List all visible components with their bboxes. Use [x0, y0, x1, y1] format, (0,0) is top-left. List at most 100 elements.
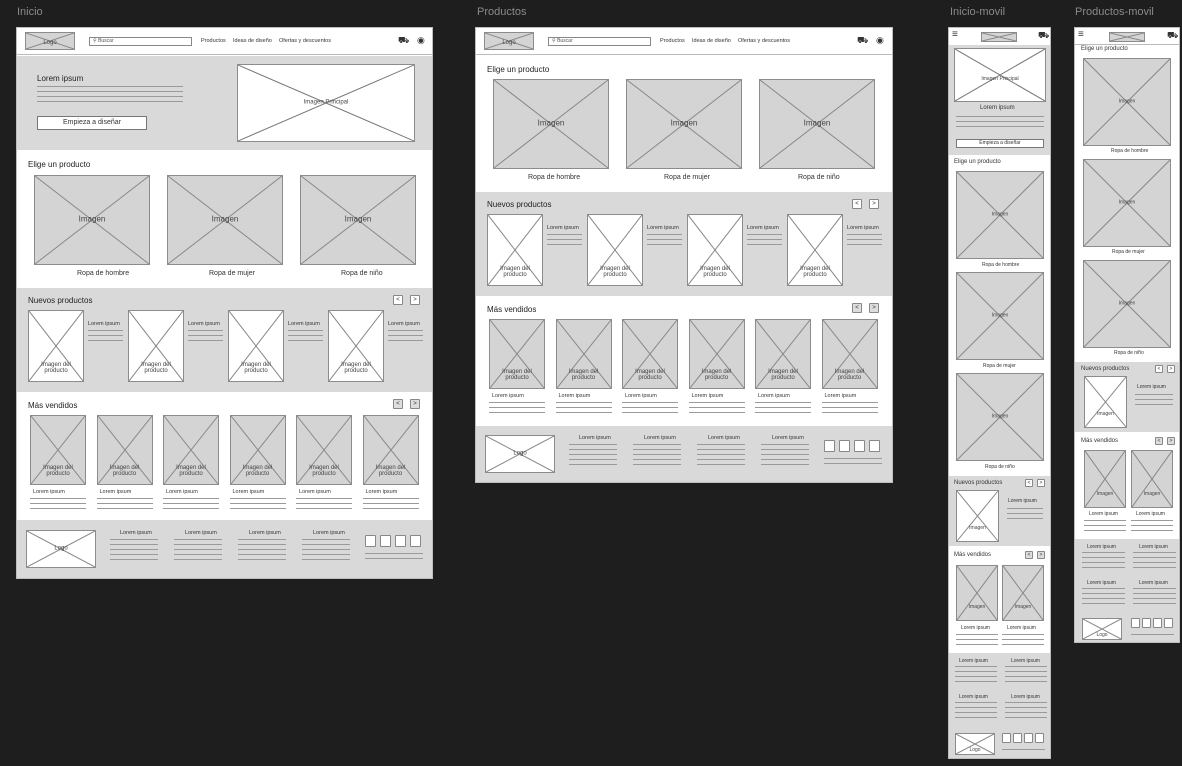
section-nuevos-title: Nuevos productos — [954, 480, 1003, 486]
new-product-image[interactable]: Imagen del producto — [587, 214, 643, 286]
social-icon[interactable] — [1024, 733, 1033, 743]
search-input[interactable]: ⚲ Buscar — [89, 37, 192, 46]
social-icon[interactable] — [380, 535, 391, 547]
nuevos-prev-button[interactable]: < — [1155, 365, 1163, 373]
nav-ideas[interactable]: Ideas de diseño — [692, 38, 731, 44]
nuevos-next-button[interactable]: > — [410, 295, 420, 305]
vendidos-prev-button[interactable]: < — [393, 399, 403, 409]
best-seller-image[interactable]: Imagen del producto — [555, 319, 612, 389]
logo[interactable]: Logo — [484, 32, 534, 50]
user-icon[interactable]: ◉ — [876, 36, 884, 45]
category-image-nino[interactable]: Imagen — [1083, 260, 1171, 348]
nuevos-prev-button[interactable]: < — [393, 295, 403, 305]
start-design-button[interactable]: Empieza a diseñar — [956, 139, 1044, 148]
vendidos-next-button[interactable]: > — [1037, 551, 1045, 559]
hamburger-icon[interactable]: ≡ — [1078, 30, 1084, 40]
new-product-image[interactable]: Imagen del producto — [228, 310, 284, 382]
footer-logo[interactable]: Logo — [955, 733, 995, 755]
social-icon[interactable] — [1142, 618, 1151, 628]
nav-ofertas[interactable]: Ofertas y descuentos — [279, 38, 331, 44]
new-product-image[interactable]: Imagen del producto — [487, 214, 543, 286]
social-icon[interactable] — [1131, 618, 1140, 628]
social-icon[interactable] — [1153, 618, 1162, 628]
social-icon[interactable] — [365, 535, 376, 547]
nuevos-next-button[interactable]: > — [1167, 365, 1175, 373]
cart-icon[interactable]: ⛟ — [1167, 31, 1178, 40]
cart-icon[interactable]: ⛟ — [857, 36, 868, 45]
best-seller-image[interactable]: Imagen del producto — [96, 415, 153, 485]
best-seller-image[interactable]: Imagen del producto — [229, 415, 286, 485]
nav-ideas[interactable]: Ideas de diseño — [233, 38, 272, 44]
new-product-image[interactable]: Imagen del producto — [787, 214, 843, 286]
new-product-image[interactable]: Imagen — [1084, 376, 1127, 428]
social-icon[interactable] — [1035, 733, 1044, 743]
best-seller-image[interactable]: Imagen del producto — [296, 415, 352, 485]
cart-icon[interactable]: ⛟ — [1038, 31, 1049, 40]
best-seller-image[interactable]: Imagen del producto — [821, 319, 878, 389]
new-product-image[interactable]: Imagen — [956, 490, 999, 542]
nav-productos[interactable]: Productos — [201, 38, 226, 44]
nuevos-next-button[interactable]: > — [1037, 479, 1045, 487]
nav-productos[interactable]: Productos — [660, 38, 685, 44]
nuevos-next-button[interactable]: > — [869, 199, 879, 209]
best-seller-image[interactable]: Imagen — [956, 565, 998, 621]
vendidos-next-button[interactable]: > — [410, 399, 420, 409]
vendidos-prev-button[interactable]: < — [852, 303, 862, 313]
user-icon[interactable]: ◉ — [417, 36, 425, 45]
best-seller-image[interactable]: Imagen — [1131, 450, 1173, 508]
new-product-image[interactable]: Imagen del producto — [28, 310, 84, 382]
new-product-image[interactable]: Imagen del producto — [128, 310, 184, 382]
category-image-hombre[interactable]: Imagen — [956, 171, 1044, 259]
best-seller-image[interactable]: Imagen del producto — [622, 319, 678, 389]
category-image-nino[interactable]: Imagen — [759, 79, 875, 169]
social-icon[interactable] — [395, 535, 406, 547]
social-icon[interactable] — [410, 535, 421, 547]
category-image-hombre[interactable]: Imagen — [493, 79, 609, 169]
best-seller-image[interactable]: Imagen — [1002, 565, 1044, 621]
social-icon[interactable] — [1002, 733, 1011, 743]
logo[interactable] — [1109, 32, 1145, 42]
category-image-mujer[interactable]: Imagen — [1083, 159, 1171, 247]
best-seller-image[interactable]: Imagen del producto — [163, 415, 219, 485]
footer-col-title: Lorem ipsum — [1139, 544, 1168, 550]
best-seller-image[interactable]: Imagen — [1084, 450, 1126, 508]
social-icon[interactable] — [824, 440, 835, 452]
new-product-image[interactable]: Imagen del producto — [328, 310, 384, 382]
new-product-title: Lorem ipsum — [747, 225, 779, 231]
vendidos-next-button[interactable]: > — [1167, 437, 1175, 445]
nuevos-prev-button[interactable]: < — [852, 199, 862, 209]
vendidos-next-button[interactable]: > — [869, 303, 879, 313]
category-image-nino[interactable]: Imagen — [956, 373, 1044, 461]
social-icon[interactable] — [1164, 618, 1173, 628]
social-icon[interactable] — [869, 440, 880, 452]
best-seller-image[interactable]: Imagen del producto — [362, 415, 419, 485]
category-image-nino[interactable]: Imagen — [300, 175, 416, 265]
vendidos-prev-button[interactable]: < — [1155, 437, 1163, 445]
best-seller-image[interactable]: Imagen del producto — [489, 319, 545, 389]
logo[interactable]: Logo — [25, 32, 75, 50]
category-image-mujer[interactable]: Imagen — [956, 272, 1044, 360]
footer-logo[interactable]: Logo — [1082, 618, 1122, 640]
nuevos-section: Nuevos productos < > Imagen Lorem ipsum — [1075, 362, 1179, 432]
category-image-hombre[interactable]: Imagen — [1083, 58, 1171, 146]
social-icon[interactable] — [1013, 733, 1022, 743]
cart-icon[interactable]: ⛟ — [398, 36, 409, 45]
best-seller-image[interactable]: Imagen del producto — [688, 319, 745, 389]
footer-logo[interactable]: Logo — [485, 435, 555, 473]
best-seller-image[interactable]: Imagen del producto — [30, 415, 86, 485]
nuevos-prev-button[interactable]: < — [1025, 479, 1033, 487]
hamburger-icon[interactable]: ≡ — [952, 30, 958, 40]
start-design-button[interactable]: Empieza a diseñar — [37, 116, 147, 130]
category-image-mujer[interactable]: Imagen — [626, 79, 742, 169]
category-image-hombre[interactable]: Imagen — [34, 175, 150, 265]
vendidos-prev-button[interactable]: < — [1025, 551, 1033, 559]
social-icon[interactable] — [854, 440, 865, 452]
logo[interactable] — [981, 32, 1017, 42]
footer-logo[interactable]: Logo — [26, 530, 96, 568]
new-product-image[interactable]: Imagen del producto — [687, 214, 743, 286]
category-image-mujer[interactable]: Imagen — [167, 175, 283, 265]
nav-ofertas[interactable]: Ofertas y descuentos — [738, 38, 790, 44]
best-seller-image[interactable]: Imagen del producto — [755, 319, 811, 389]
search-input[interactable]: ⚲ Buscar — [548, 37, 651, 46]
social-icon[interactable] — [839, 440, 850, 452]
